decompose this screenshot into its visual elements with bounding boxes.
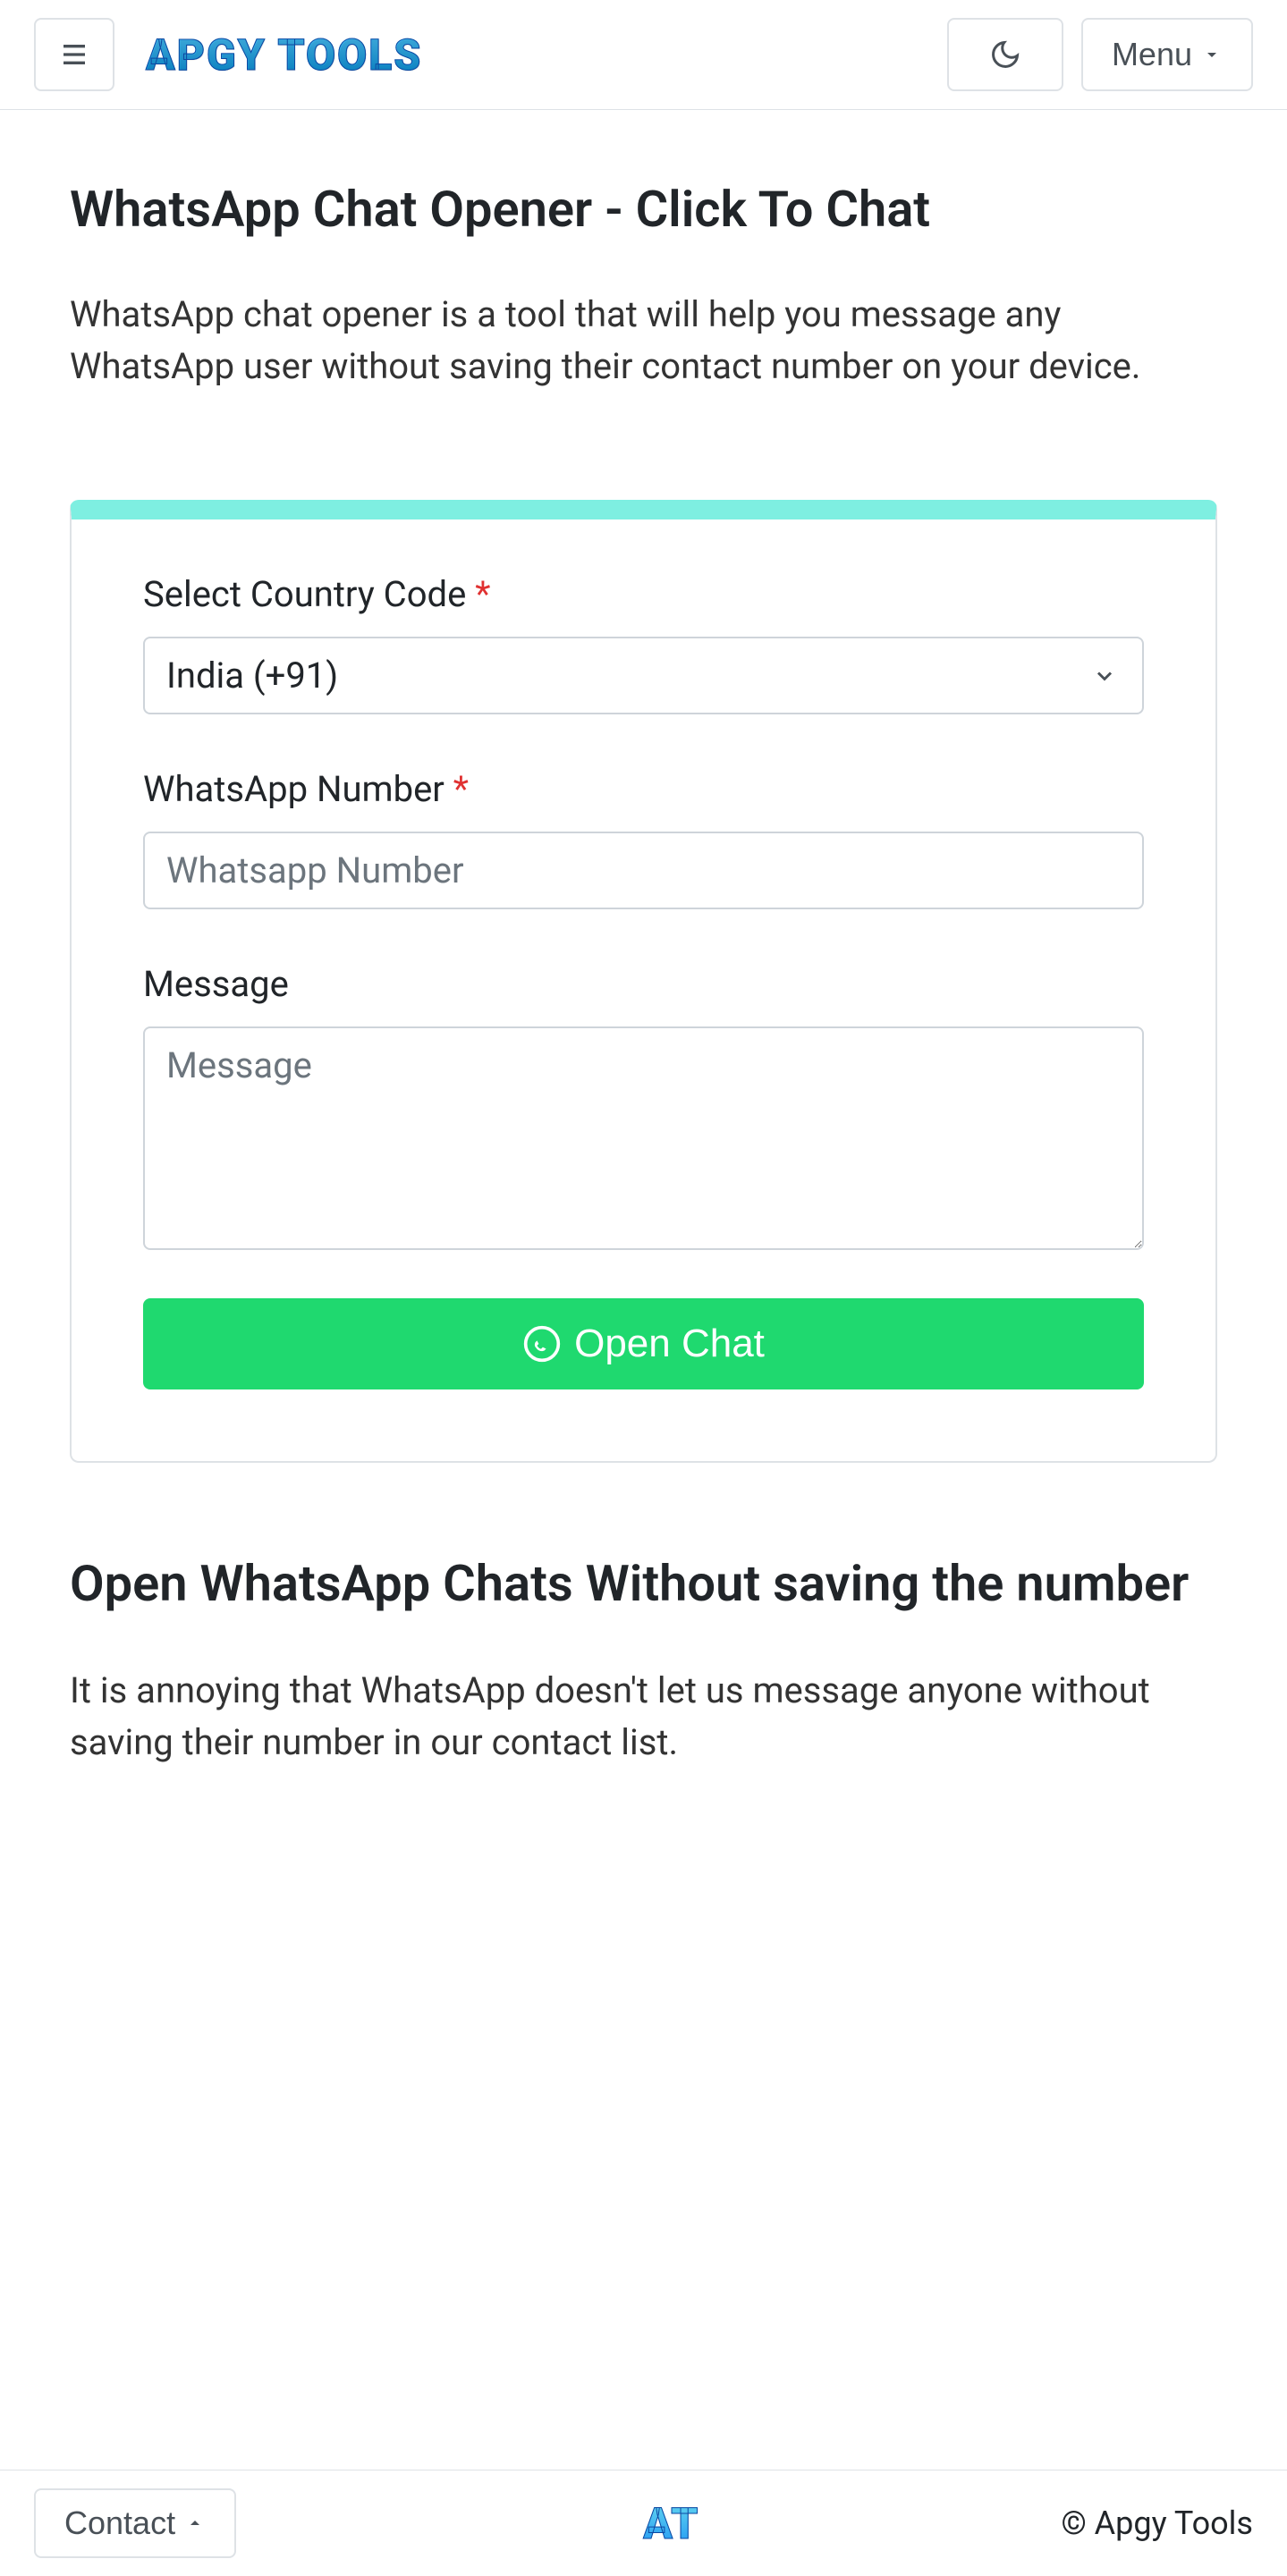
- section-heading: Open WhatsApp Chats Without saving the n…: [70, 1552, 1217, 1615]
- chevron-down-icon: [1201, 44, 1223, 65]
- open-chat-label: Open Chat: [574, 1322, 765, 1366]
- page-title: WhatsApp Chat Opener - Click To Chat: [70, 180, 1217, 239]
- copyright: © Apgy Tools: [1061, 2504, 1253, 2542]
- chevron-up-icon: [184, 2513, 206, 2534]
- whatsapp-number-input[interactable]: [143, 832, 1144, 909]
- open-chat-button[interactable]: Open Chat: [143, 1298, 1144, 1389]
- theme-toggle-button[interactable]: [947, 18, 1063, 91]
- country-group: Select Country Code * India (+91): [143, 573, 1144, 714]
- form-card: Select Country Code * India (+91) WhatsA…: [70, 500, 1217, 1463]
- whatsapp-icon: [522, 1324, 562, 1364]
- number-label: WhatsApp Number *: [143, 768, 1144, 810]
- section-body: It is annoying that WhatsApp doesn't let…: [70, 1665, 1217, 1769]
- required-mark: *: [475, 573, 490, 615]
- message-label: Message: [143, 963, 1144, 1005]
- site-logo[interactable]: APGY TOOLS: [146, 30, 422, 80]
- header: APGY TOOLS Menu: [0, 0, 1287, 110]
- number-group: WhatsApp Number *: [143, 768, 1144, 909]
- menu-label: Menu: [1112, 36, 1192, 73]
- hamburger-button[interactable]: [34, 18, 114, 91]
- message-textarea[interactable]: [143, 1026, 1144, 1250]
- page-intro: WhatsApp chat opener is a tool that will…: [70, 289, 1217, 393]
- contact-label: Contact: [64, 2504, 175, 2542]
- country-label: Select Country Code *: [143, 573, 1144, 615]
- required-mark: *: [453, 768, 469, 810]
- hamburger-icon: [56, 40, 92, 69]
- contact-button[interactable]: Contact: [34, 2488, 236, 2558]
- main-content: WhatsApp Chat Opener - Click To Chat Wha…: [0, 110, 1287, 1769]
- moon-icon: [989, 38, 1021, 71]
- menu-button[interactable]: Menu: [1081, 18, 1253, 91]
- message-group: Message: [143, 963, 1144, 1254]
- country-select[interactable]: India (+91): [143, 637, 1144, 714]
- footer: Contact AT © Apgy Tools: [0, 2470, 1287, 2576]
- footer-logo[interactable]: AT: [643, 2498, 699, 2549]
